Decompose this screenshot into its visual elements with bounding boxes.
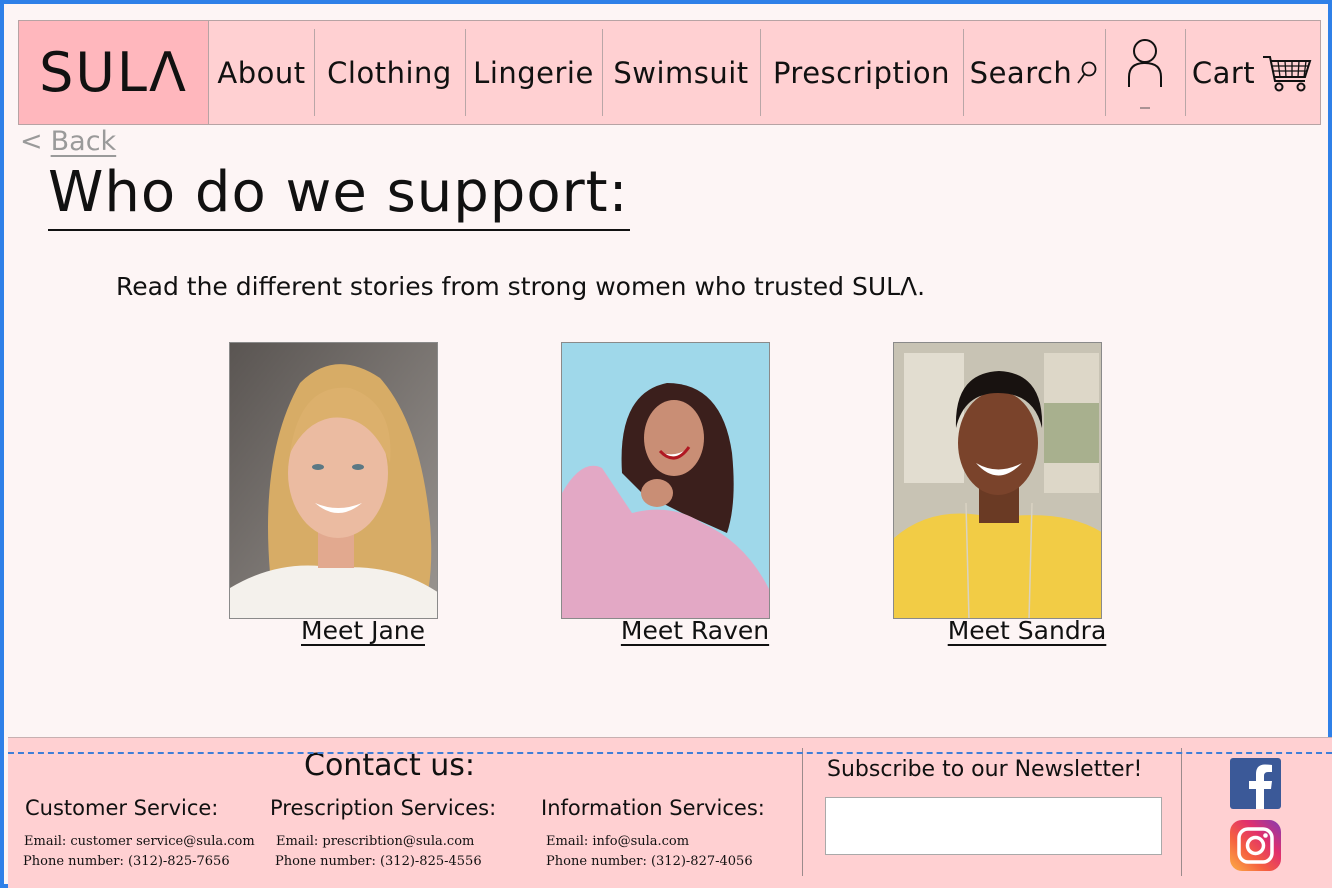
intro-text: Read the different stories from strong w… xyxy=(116,272,926,301)
nav-lingerie[interactable]: Lingerie xyxy=(465,21,602,124)
cart-icon xyxy=(1263,55,1312,91)
nav-clothing[interactable]: Clothing xyxy=(314,21,465,124)
sula-logo[interactable]: SULΛ xyxy=(19,21,209,124)
sandra-portrait-image xyxy=(894,343,1101,618)
search-icon xyxy=(1077,61,1097,84)
nav-prescription[interactable]: Prescription xyxy=(760,21,963,124)
nav-account[interactable] xyxy=(1105,21,1185,124)
nav-search[interactable]: Search xyxy=(963,21,1105,124)
page-title: Who do we support: xyxy=(48,160,631,231)
customer-service-phone: Phone number: (312)-825-7656 xyxy=(23,854,230,869)
story-card-jane xyxy=(229,342,438,619)
information-services-phone: Phone number: (312)-827-4056 xyxy=(546,854,753,869)
page-frame: SULΛ About Clothing Lingerie Swimsuit Pr… xyxy=(0,0,1332,888)
chevron-left-icon: < xyxy=(20,126,43,157)
information-services-email[interactable]: Email: info@sula.com xyxy=(546,834,689,849)
prescription-services-email[interactable]: Email: prescribtion@sula.com xyxy=(276,834,474,849)
nav-about[interactable]: About xyxy=(209,21,314,124)
user-icon xyxy=(1128,38,1162,108)
nav-swimsuit[interactable]: Swimsuit xyxy=(602,21,760,124)
raven-portrait-image xyxy=(562,343,769,618)
contact-title: Contact us: xyxy=(304,748,476,783)
meet-sandra-link[interactable]: Meet Sandra xyxy=(897,616,1157,645)
raven-photo[interactable] xyxy=(561,342,770,619)
jane-photo[interactable] xyxy=(229,342,438,619)
story-card-sandra xyxy=(893,342,1102,619)
top-nav: SULΛ About Clothing Lingerie Swimsuit Pr… xyxy=(18,20,1321,125)
footer-divider xyxy=(802,748,803,876)
customer-service-email[interactable]: Email: customer service@sula.com xyxy=(24,834,255,849)
prescription-services-phone: Phone number: (312)-825-4556 xyxy=(275,854,482,869)
meet-raven-link[interactable]: Meet Raven xyxy=(565,616,825,645)
story-card-raven xyxy=(561,342,770,619)
back-label: Back xyxy=(50,126,117,157)
jane-portrait-image xyxy=(230,343,437,618)
newsletter-title: Subscribe to our Newsletter! xyxy=(827,757,1143,782)
sandra-photo[interactable] xyxy=(893,342,1102,619)
nav-cart-label: Cart xyxy=(1191,55,1256,90)
meet-jane-link[interactable]: Meet Jane xyxy=(233,616,493,645)
facebook-icon[interactable] xyxy=(1230,758,1281,809)
footer-divider xyxy=(1181,748,1182,876)
nav-search-label: Search xyxy=(969,55,1073,90)
footer: Contact us: Customer Service: Email: cus… xyxy=(8,737,1332,888)
back-link[interactable]: < Back xyxy=(20,126,116,157)
information-services-title: Information Services: xyxy=(541,796,765,820)
prescription-services-title: Prescription Services: xyxy=(270,796,497,820)
instagram-icon[interactable] xyxy=(1230,820,1281,871)
customer-service-title: Customer Service: xyxy=(25,796,219,820)
newsletter-email-input[interactable] xyxy=(825,797,1162,855)
nav-cart[interactable]: Cart xyxy=(1185,21,1320,124)
